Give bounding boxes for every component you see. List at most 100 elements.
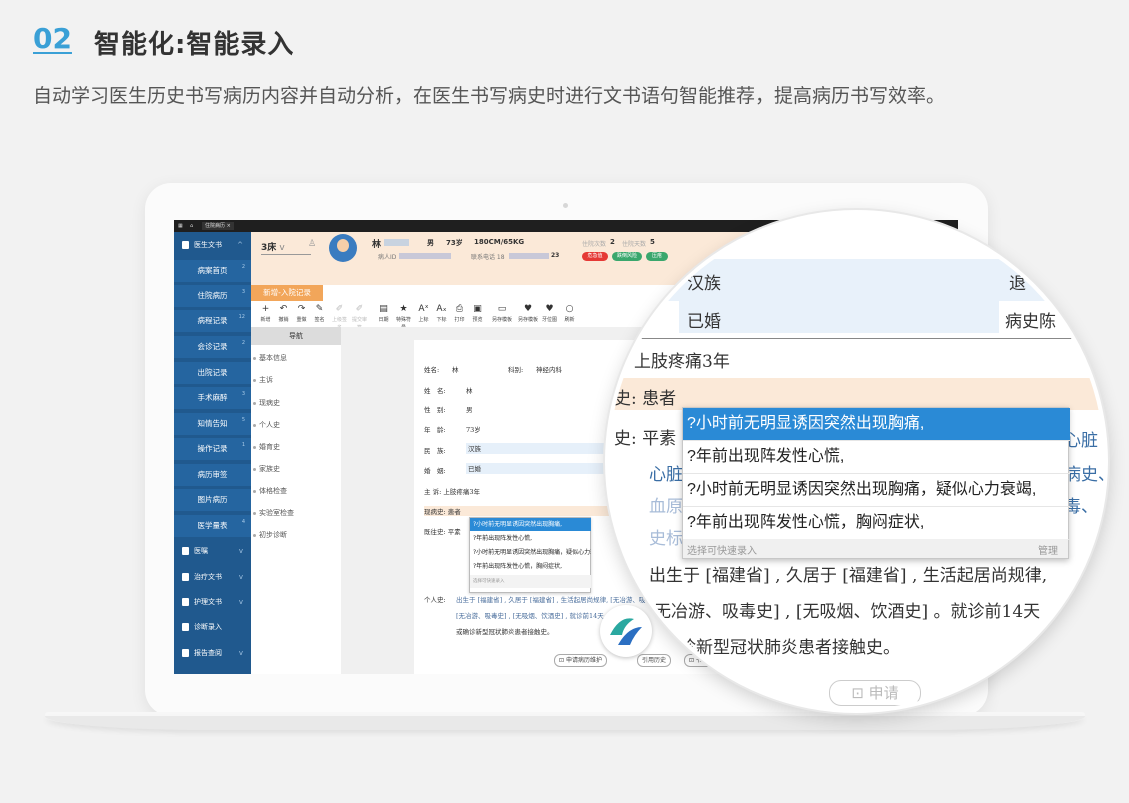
apply-maintenance-button[interactable]: ⊡ 申请病历维护 (554, 654, 607, 667)
suggestion-item[interactable]: ?年前出现阵发性心慌，胸闷症状, (470, 560, 591, 573)
sidebar-section[interactable]: 护理文书 v (174, 591, 251, 613)
save-template-button[interactable]: ▭ 另存模板 (491, 303, 513, 324)
mag-left-text-3: 血原 (649, 497, 683, 517)
manage-link[interactable]: 管理 (1038, 542, 1058, 557)
mag-marital-value: 已婚 (687, 312, 721, 332)
personal-history-line-2[interactable]: [无冶游、吸毒史] , [无吸烟、饮酒史] , 就诊前14天 (456, 610, 604, 620)
preview-button[interactable]: ▣ 预览 (469, 303, 486, 324)
document-icon (182, 623, 189, 631)
window-tab-label: 住院病历 (205, 223, 226, 229)
sidebar-item-count: 5 (241, 417, 245, 423)
section-number: 02 (33, 22, 72, 55)
print-button[interactable]: ⎙ 打印 (451, 303, 468, 324)
toolbar-label: 重做 (296, 317, 307, 323)
personal-history-line-1[interactable]: 出生于 [福建省] , 久居于 [福建省] , 生活起居尚规律, [无冶游、吸毒… (456, 594, 665, 604)
present-history-text[interactable]: 现病史: 患者 (424, 506, 639, 516)
sidebar-item[interactable]: 操作记录 1 (174, 438, 251, 460)
sidebar-item[interactable]: 病历审签 (174, 464, 251, 486)
grid-icon[interactable]: ▦ (178, 222, 183, 230)
superscript-button[interactable]: Aˣ 上标 (415, 303, 432, 324)
mag-present-prefix: 史: 患者 (614, 389, 677, 409)
sidebar-item-count: 4 (241, 519, 245, 525)
sidebar-item-count: 1 (241, 442, 245, 448)
suggestion-item[interactable]: ?小时前无明显诱因突然出现胸痛，疑似心力衰竭, (470, 546, 591, 559)
toolbar-label: 打印 (454, 317, 465, 323)
sidebar: 医生文书 ^ 病案首页 2 住院病历 3 病程记录 12 会诊记录 2 出院记录 手术麻… (174, 232, 251, 674)
doc-name-value: 林 (452, 366, 459, 374)
new-button[interactable]: + 新增 (257, 303, 274, 324)
sidebar-item[interactable]: 住院病历 3 (174, 285, 251, 307)
phone-tail: 23 (551, 252, 560, 259)
subscript-button[interactable]: Aₓ 下标 (433, 303, 450, 324)
sidebar-item[interactable]: 病程记录 12 (174, 310, 251, 332)
complaint-text[interactable]: 主 诉: 上肢疼痛3年 (424, 486, 480, 496)
suggestion-footer-bar: 选择可快速录入 管理 (683, 539, 1068, 558)
suggestion-item[interactable]: ?年前出现阵发性心慌，胸闷症状, (683, 507, 1070, 540)
sidebar-item-count: 3 (241, 391, 245, 397)
undo-button[interactable]: ↶ 撤销 (275, 303, 292, 324)
mag-personal-line-1: 出生于 [福建省] , 久居于 [福建省] , 生活起居尚规律, (649, 566, 1048, 586)
patient-gender: 男 (427, 239, 434, 247)
sidebar-section-label: 治疗文书 (194, 573, 222, 581)
nav-item[interactable]: 基本信息 (253, 353, 287, 363)
sidebar-section[interactable]: 治疗文书 v (174, 566, 251, 588)
sidebar-item[interactable]: 医学量表 4 (174, 515, 251, 537)
home-icon[interactable]: ⌂ (190, 222, 193, 230)
user-icon[interactable]: ♙ (308, 239, 316, 249)
save-template-button-2[interactable]: ♥ 另存模板 (517, 303, 539, 324)
sidebar-section[interactable]: 医嘱 v (174, 540, 251, 562)
sidebar-section-doc[interactable]: 医生文书 ^ (174, 234, 251, 256)
logo-icon (604, 609, 648, 653)
mag-personal-line-3: 诊新型冠状肺炎患者接触史。 (679, 638, 900, 658)
nav-item[interactable]: 现病史 (253, 398, 280, 408)
past-history-text[interactable]: 既往史: 平素 (424, 526, 461, 536)
nav-item[interactable]: 初步诊断 (253, 530, 287, 540)
sidebar-item[interactable]: 图片病历 (174, 489, 251, 511)
suggestion-item[interactable]: ?年前出现阵发性心慌, (470, 532, 591, 545)
sidebar-item[interactable]: 出院记录 (174, 362, 251, 384)
window-tab[interactable]: 住院病历 × (202, 222, 234, 230)
personal-history-line-3[interactable]: 或确诊新型冠状肺炎患者接触史。 (456, 626, 554, 636)
nav-item[interactable]: 实验室检查 (253, 508, 294, 518)
field-age-label: 年 龄: (424, 426, 446, 434)
nav-title: 导航 (251, 327, 341, 345)
nav-item[interactable]: 婚育史 (253, 442, 280, 452)
sign-button[interactable]: ✎ 签名 (311, 303, 328, 324)
sidebar-item-count: 2 (241, 264, 245, 270)
mag-apply-label: 申请 (868, 684, 899, 702)
nav-item[interactable]: 体格检查 (253, 486, 287, 496)
sidebar-section[interactable]: 诊断录入 (174, 616, 251, 638)
sidebar-item[interactable]: 手术麻醉 3 (174, 387, 251, 409)
refresh-button[interactable]: ○ 刷新 (561, 303, 578, 324)
redo-button[interactable]: ↷ 重做 (293, 303, 310, 324)
sidebar-section[interactable]: 报告查阅 v (174, 642, 251, 664)
nav-item[interactable]: 家族史 (253, 464, 280, 474)
section-description: 自动学习医生历史书写病历内容并自动分析，在医生书写病史时进行文书语句智能推荐，提… (33, 85, 946, 107)
nav-item[interactable]: 主诉 (253, 375, 273, 385)
tooth-chart-button[interactable]: ♥ 牙位图 (541, 303, 558, 324)
sidebar-item-count: 12 (238, 314, 245, 320)
nav-item[interactable]: 个人史 (253, 420, 280, 430)
sidebar-item[interactable]: 病案首页 2 (174, 260, 251, 282)
suggestion-item[interactable]: ?小时前无明显诱因突然出现胸痛，疑似心力衰竭, (683, 474, 1070, 507)
personal-history-label: 个人史: (424, 596, 446, 604)
field-name-value: 林 (466, 387, 473, 395)
status-badge: 跌倒风险 (612, 252, 642, 261)
toolbar-label: 牙位图 (541, 317, 557, 323)
bed-selector[interactable]: 3床 v (261, 240, 285, 253)
brand-logo (600, 605, 652, 657)
sidebar-item[interactable]: 会诊记录 2 (174, 336, 251, 358)
mag-present-row (609, 378, 1104, 410)
suggestion-footer: 选择可快速录入 (470, 575, 591, 588)
field-marital-label: 婚 姻: (424, 467, 446, 475)
date-button[interactable]: ▤ 日期 (375, 303, 392, 324)
sidebar-item-label: 手术麻醉 (197, 393, 228, 402)
tooth-icon: ♥ (545, 304, 554, 314)
sidebar-item[interactable]: 知情告知 5 (174, 413, 251, 435)
admit-days-value: 5 (650, 238, 655, 246)
suggestion-item[interactable]: ?小时前无明显诱因突然出现胸痛, (683, 408, 1070, 441)
admit-times-label: 住院次数 (582, 241, 607, 248)
suggestion-item[interactable]: ?年前出现阵发性心慌, (683, 441, 1070, 474)
suggestion-item[interactable]: ?小时前无明显诱因突然出现胸痛, (470, 518, 591, 531)
tab-admission-record[interactable]: 新增-入院记录 (251, 285, 323, 301)
